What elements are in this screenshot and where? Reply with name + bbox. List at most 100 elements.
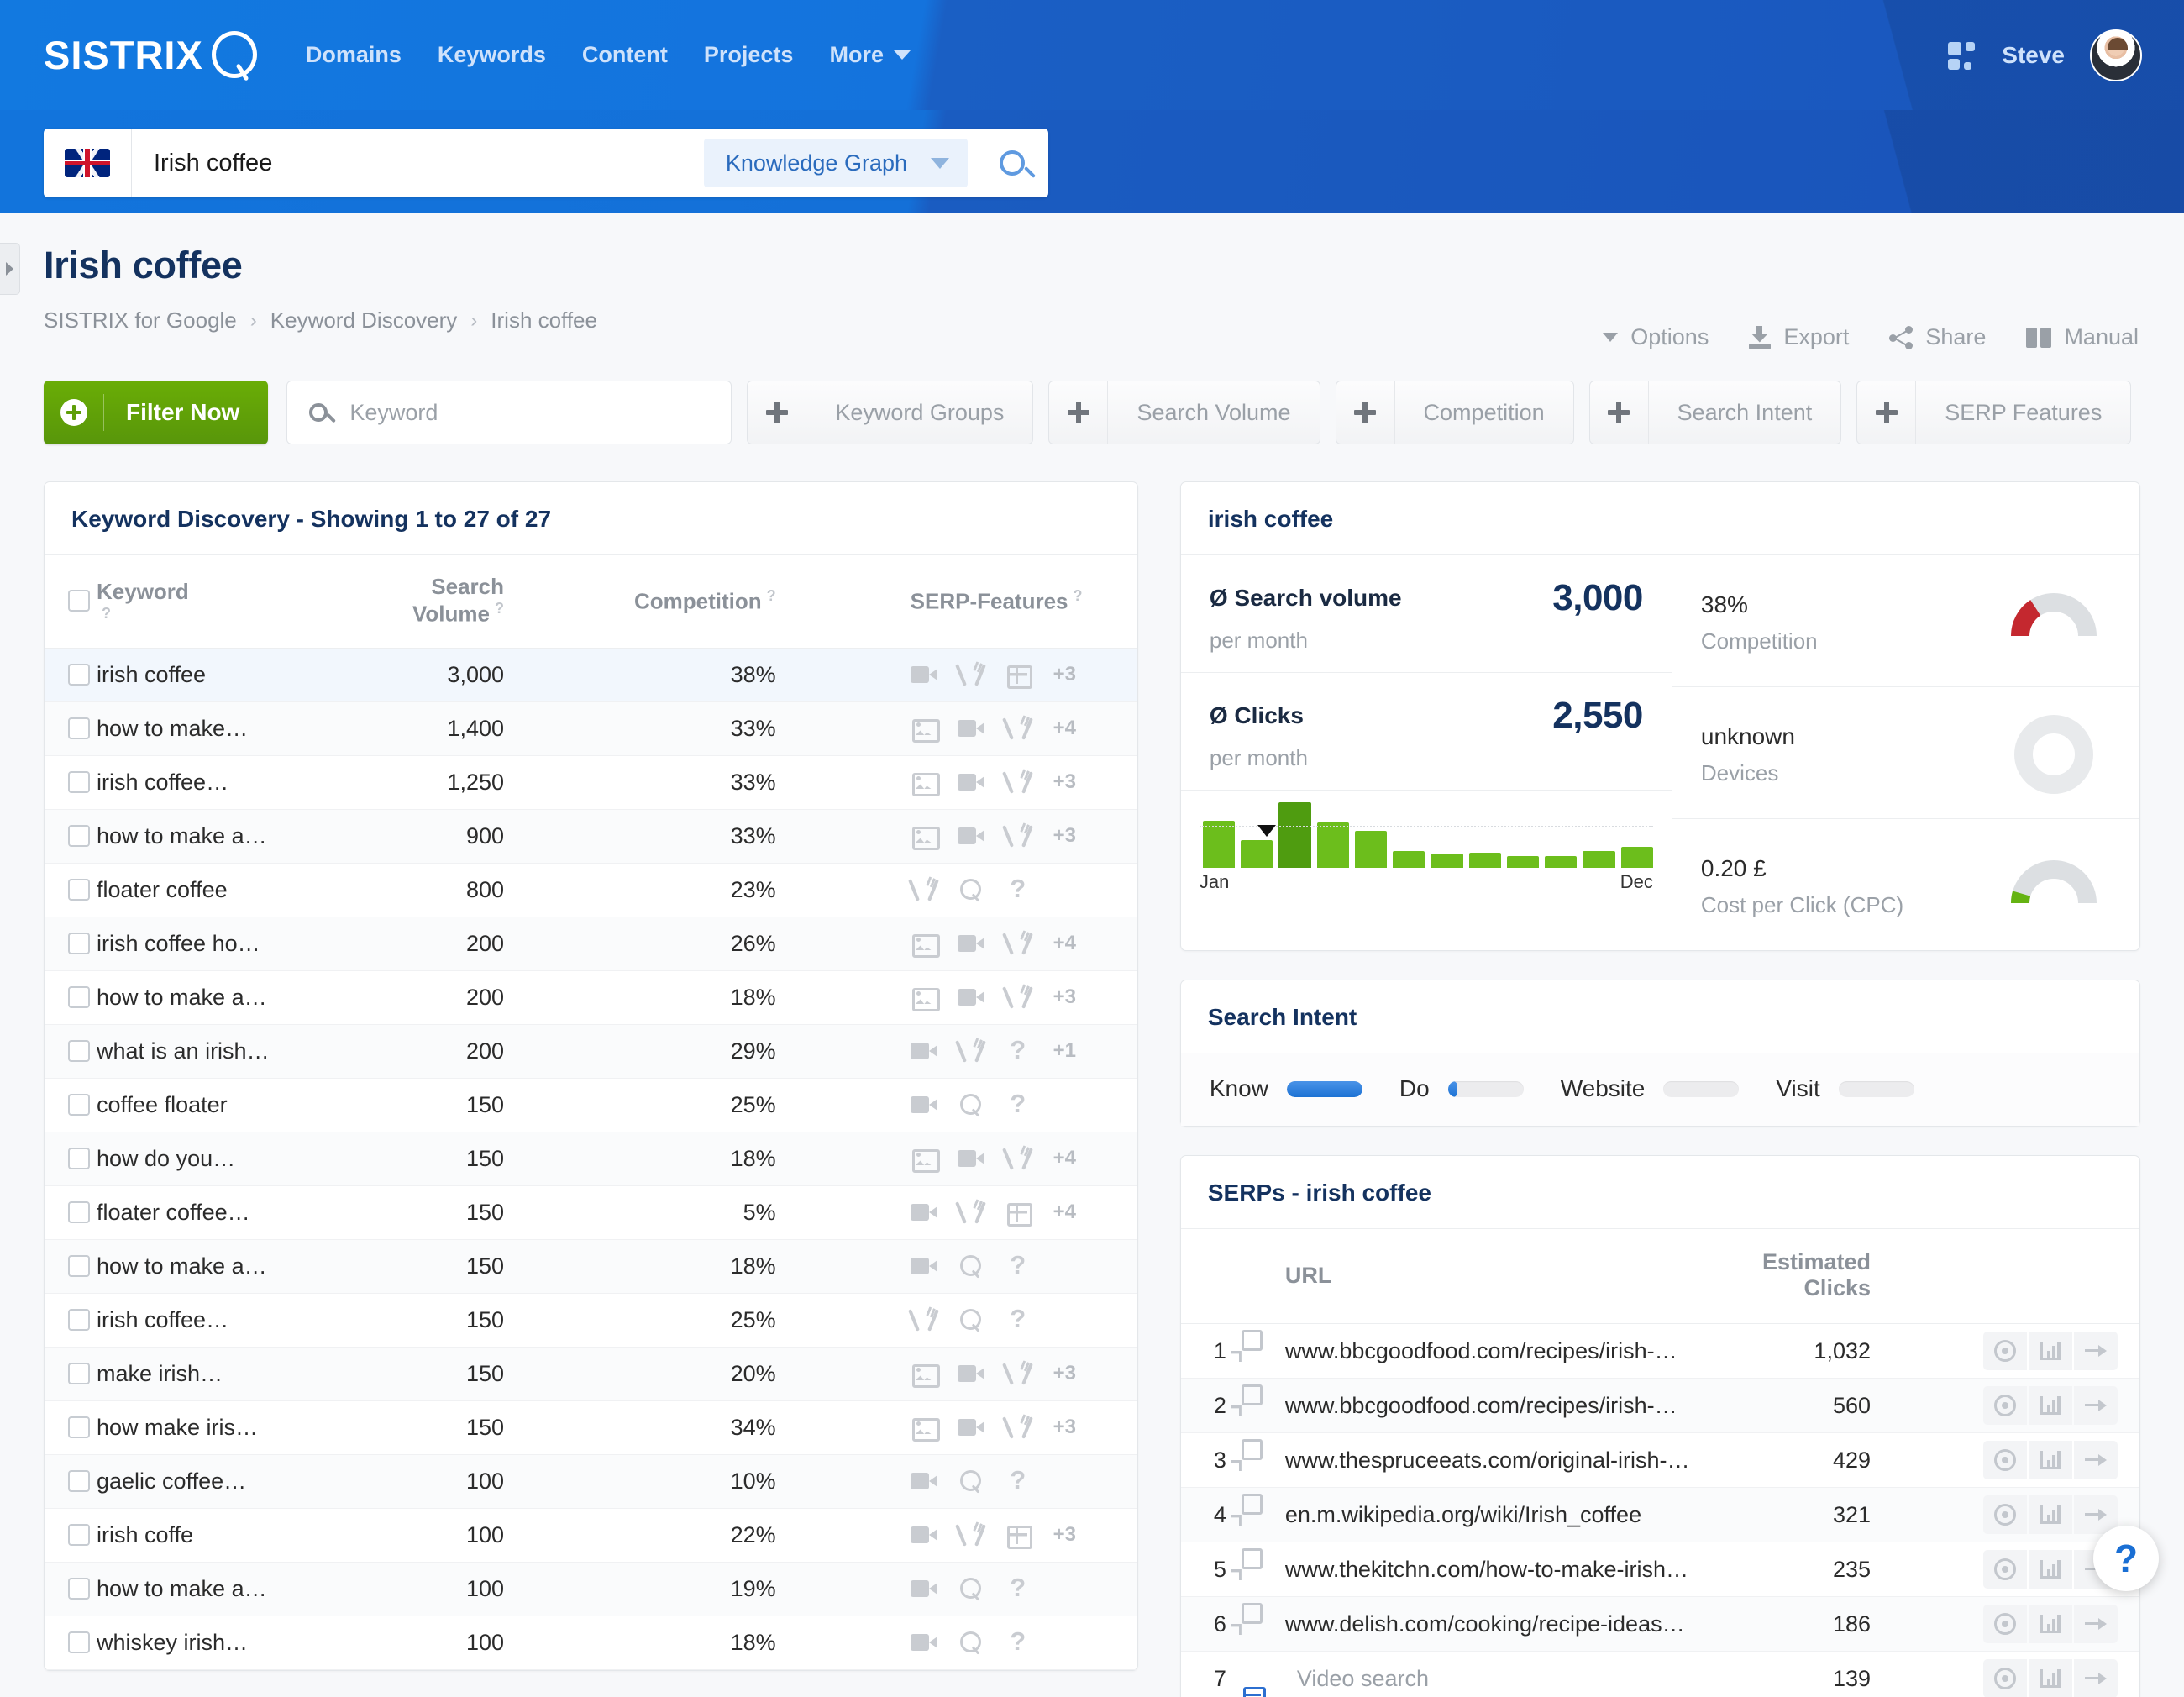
avatar[interactable] bbox=[2090, 29, 2142, 81]
apps-grid-icon[interactable] bbox=[1948, 41, 1977, 70]
help-fab-button[interactable]: ? bbox=[2093, 1526, 2159, 1591]
serp-url[interactable]: en.m.wikipedia.org/wiki/Irish_coffee bbox=[1285, 1502, 1730, 1528]
preview-icon-button[interactable] bbox=[1983, 1659, 2027, 1697]
cell-keyword[interactable]: irish coffee bbox=[97, 648, 395, 702]
serp-url[interactable]: www.delish.com/cooking/recipe-ideas… bbox=[1285, 1611, 1730, 1637]
serp-row[interactable]: 2 www.bbcgoodfood.com/recipes/irish-… 560 bbox=[1180, 1378, 2139, 1433]
preview-icon-button[interactable] bbox=[1983, 1332, 2027, 1370]
serp-row[interactable]: 7G Video search 139 bbox=[1180, 1651, 2139, 1697]
serp-features-more-count[interactable]: +1 bbox=[1053, 1039, 1076, 1063]
goto-icon-button[interactable] bbox=[2074, 1441, 2118, 1479]
serp-features-more-count[interactable]: +3 bbox=[1053, 985, 1076, 1009]
table-row[interactable]: whiskey irish… 100 18%? bbox=[45, 1616, 1137, 1670]
column-header-serp-features[interactable]: SERP-Features? bbox=[910, 554, 1137, 649]
serp-url[interactable]: www.bbcgoodfood.com/recipes/irish-… bbox=[1285, 1338, 1730, 1364]
column-header-search-volume[interactable]: Search Volume? bbox=[395, 554, 504, 649]
serp-features-more-count[interactable]: +4 bbox=[1053, 1201, 1076, 1224]
table-row[interactable]: floater coffee… 150 5% +4 bbox=[45, 1185, 1137, 1240]
cell-keyword[interactable]: floater coffee… bbox=[97, 1185, 395, 1240]
cell-keyword[interactable]: how to make… bbox=[97, 701, 395, 756]
breadcrumb-item-0[interactable]: SISTRIX for Google bbox=[44, 307, 237, 334]
row-checkbox[interactable] bbox=[68, 1094, 90, 1116]
cell-keyword[interactable]: what is an irish… bbox=[97, 1024, 395, 1079]
nav-item-content[interactable]: Content bbox=[582, 42, 668, 68]
goto-icon-button[interactable] bbox=[2074, 1386, 2118, 1425]
keyword-filter-input[interactable] bbox=[349, 399, 732, 426]
cell-keyword[interactable]: gaelic coffee… bbox=[97, 1454, 395, 1509]
nav-item-keywords[interactable]: Keywords bbox=[438, 42, 546, 68]
cell-keyword[interactable]: coffee floater bbox=[97, 1078, 395, 1132]
preview-icon-button[interactable] bbox=[1983, 1550, 2027, 1589]
chart-icon-button[interactable] bbox=[2029, 1441, 2072, 1479]
chart-icon-button[interactable] bbox=[2029, 1495, 2072, 1534]
table-row[interactable]: how make iris… 150 34% +3 bbox=[45, 1400, 1137, 1455]
goto-icon-button[interactable] bbox=[2074, 1659, 2118, 1697]
serp-url[interactable]: www.thekitchn.com/how-to-make-irish… bbox=[1285, 1557, 1730, 1583]
cell-keyword[interactable]: make irish… bbox=[97, 1347, 395, 1401]
preview-icon-button[interactable] bbox=[1983, 1386, 2027, 1425]
cell-keyword[interactable]: how to make a… bbox=[97, 809, 395, 864]
serp-row[interactable]: 3 www.thespruceeats.com/original-irish-… 4… bbox=[1180, 1432, 2139, 1488]
row-checkbox[interactable] bbox=[68, 1631, 90, 1654]
nav-item-domains[interactable]: Domains bbox=[306, 42, 402, 68]
serp-features-more-count[interactable]: +3 bbox=[1053, 1416, 1076, 1439]
serp-features-more-count[interactable]: +4 bbox=[1053, 717, 1076, 740]
chart-icon-button[interactable] bbox=[2029, 1605, 2072, 1643]
search-mode-select[interactable]: Knowledge Graph bbox=[703, 139, 968, 187]
table-row[interactable]: irish coffe 100 22% +3 bbox=[45, 1508, 1137, 1563]
cell-keyword[interactable]: floater coffee bbox=[97, 863, 395, 917]
filter-pill-keyword-groups[interactable]: Keyword Groups bbox=[747, 381, 1034, 444]
cell-keyword[interactable]: irish coffee… bbox=[97, 755, 395, 810]
column-header-keyword[interactable]: Keyword? bbox=[97, 554, 395, 649]
serp-row[interactable]: 1 www.bbcgoodfood.com/recipes/irish-… 1,03… bbox=[1180, 1323, 2139, 1379]
table-row[interactable]: how to make a… 200 18% +3 bbox=[45, 970, 1137, 1025]
serp-url-cell[interactable]: www.bbcgoodfood.com/recipes/irish-… bbox=[1284, 1378, 1762, 1433]
row-checkbox[interactable] bbox=[68, 1578, 90, 1600]
cell-keyword[interactable]: how do you… bbox=[97, 1132, 395, 1186]
preview-icon-button[interactable] bbox=[1983, 1441, 2027, 1479]
table-row[interactable]: irish coffee ho… 200 26% +4 bbox=[45, 917, 1137, 971]
table-row[interactable]: make irish… 150 20% +3 bbox=[45, 1347, 1137, 1401]
serp-features-more-count[interactable]: +3 bbox=[1053, 1523, 1076, 1547]
table-row[interactable]: coffee floater 150 25%? bbox=[45, 1078, 1137, 1132]
serp-url[interactable]: www.thespruceeats.com/original-irish-… bbox=[1285, 1447, 1730, 1474]
sidebar-expand-toggle[interactable] bbox=[0, 243, 20, 295]
serp-url-cell[interactable]: www.bbcgoodfood.com/recipes/irish-… bbox=[1284, 1323, 1762, 1379]
table-row[interactable]: irish coffee… 150 25%? bbox=[45, 1293, 1137, 1348]
column-header-competition[interactable]: Competition? bbox=[634, 554, 776, 649]
serp-features-more-count[interactable]: +4 bbox=[1053, 932, 1076, 955]
serp-url-cell[interactable]: en.m.wikipedia.org/wiki/Irish_coffee bbox=[1284, 1487, 1762, 1542]
table-row[interactable]: how to make a… 900 33% +3 bbox=[45, 809, 1137, 864]
goto-icon-button[interactable] bbox=[2074, 1605, 2118, 1643]
preview-icon-button[interactable] bbox=[1983, 1605, 2027, 1643]
row-checkbox[interactable] bbox=[68, 879, 90, 901]
country-selector[interactable] bbox=[44, 129, 132, 197]
serp-row[interactable]: 6 www.delish.com/cooking/recipe-ideas… 186 bbox=[1180, 1596, 2139, 1652]
cell-keyword[interactable]: irish coffe bbox=[97, 1508, 395, 1563]
filter-pill-search-volume[interactable]: Search Volume bbox=[1048, 381, 1320, 444]
user-name-label[interactable]: Steve bbox=[2002, 42, 2065, 69]
row-checkbox[interactable] bbox=[68, 933, 90, 955]
cell-keyword[interactable]: irish coffee… bbox=[97, 1293, 395, 1348]
filter-pill-search-intent[interactable]: Search Intent bbox=[1588, 381, 1842, 444]
cell-keyword[interactable]: whiskey irish… bbox=[97, 1616, 395, 1670]
serp-features-more-count[interactable]: +4 bbox=[1053, 1147, 1076, 1170]
row-checkbox[interactable] bbox=[68, 1470, 90, 1493]
filter-pill-competition[interactable]: Competition bbox=[1335, 381, 1574, 444]
chart-icon-button[interactable] bbox=[2029, 1659, 2072, 1697]
serp-features-more-count[interactable]: +3 bbox=[1053, 663, 1076, 686]
row-checkbox[interactable] bbox=[68, 1416, 90, 1439]
nav-item-projects[interactable]: Projects bbox=[704, 42, 794, 68]
table-row[interactable]: irish coffee… 1,250 33% +3 bbox=[45, 755, 1137, 810]
help-icon[interactable]: ? bbox=[495, 600, 504, 617]
serp-url-cell[interactable]: Video search bbox=[1284, 1651, 1762, 1697]
row-checkbox[interactable] bbox=[68, 825, 90, 848]
table-row[interactable]: what is an irish… 200 29%? +1 bbox=[45, 1024, 1137, 1079]
serp-features-more-count[interactable]: +3 bbox=[1053, 770, 1076, 794]
table-row[interactable]: how do you… 150 18% +4 bbox=[45, 1132, 1137, 1186]
sistrix-logo[interactable]: SISTRIX bbox=[44, 29, 260, 81]
serp-features-more-count[interactable]: +3 bbox=[1053, 1362, 1076, 1385]
goto-icon-button[interactable] bbox=[2074, 1332, 2118, 1370]
table-row[interactable]: how to make a… 100 19%? bbox=[45, 1562, 1137, 1616]
search-submit-button[interactable] bbox=[976, 129, 1048, 197]
